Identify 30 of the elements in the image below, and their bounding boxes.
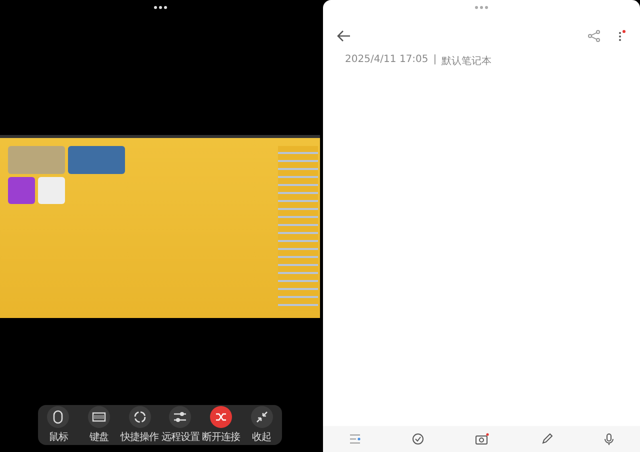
sliders-icon: [173, 411, 188, 423]
circle-icon: [132, 410, 147, 424]
weather-widget-drawing: [68, 146, 125, 174]
keyboard-icon: [92, 412, 106, 422]
toolbar-button[interactable]: 断开连接: [200, 406, 241, 444]
back-arrow-icon[interactable]: [337, 30, 351, 42]
pen-icon[interactable]: [540, 433, 553, 445]
toolbar-button[interactable]: 鼠标: [38, 406, 78, 444]
checkmark-circle-icon[interactable]: [412, 433, 424, 445]
notebook-name[interactable]: 默认笔记本: [442, 54, 492, 68]
collapse-icon: [256, 411, 268, 423]
toolbar-button[interactable]: 键盘: [78, 406, 119, 444]
camera-icon[interactable]: [475, 433, 490, 445]
toolbar-button[interactable]: 远程设置: [160, 406, 200, 444]
widget-drawing: [8, 146, 65, 174]
drag-handle-icon[interactable]: [475, 6, 488, 10]
toolbar-button[interactable]: 收起: [242, 406, 282, 444]
separator: |: [433, 54, 437, 67]
list-format-icon[interactable]: [348, 434, 361, 444]
toolbar-button[interactable]: 快捷操作: [120, 406, 160, 444]
mouse-icon: [53, 410, 64, 424]
remote-desktop-screen[interactable]: [0, 135, 320, 318]
clock-widget-drawing: [38, 177, 65, 204]
more-menu-icon[interactable]: [618, 30, 626, 42]
microphone-icon[interactable]: [604, 432, 614, 446]
drag-handle-icon[interactable]: [154, 6, 166, 10]
widget-drawing: [8, 177, 35, 204]
share-icon[interactable]: [588, 30, 600, 42]
note-date: 2025/4/11 17:05: [345, 54, 428, 67]
disconnect-icon: [214, 411, 227, 423]
